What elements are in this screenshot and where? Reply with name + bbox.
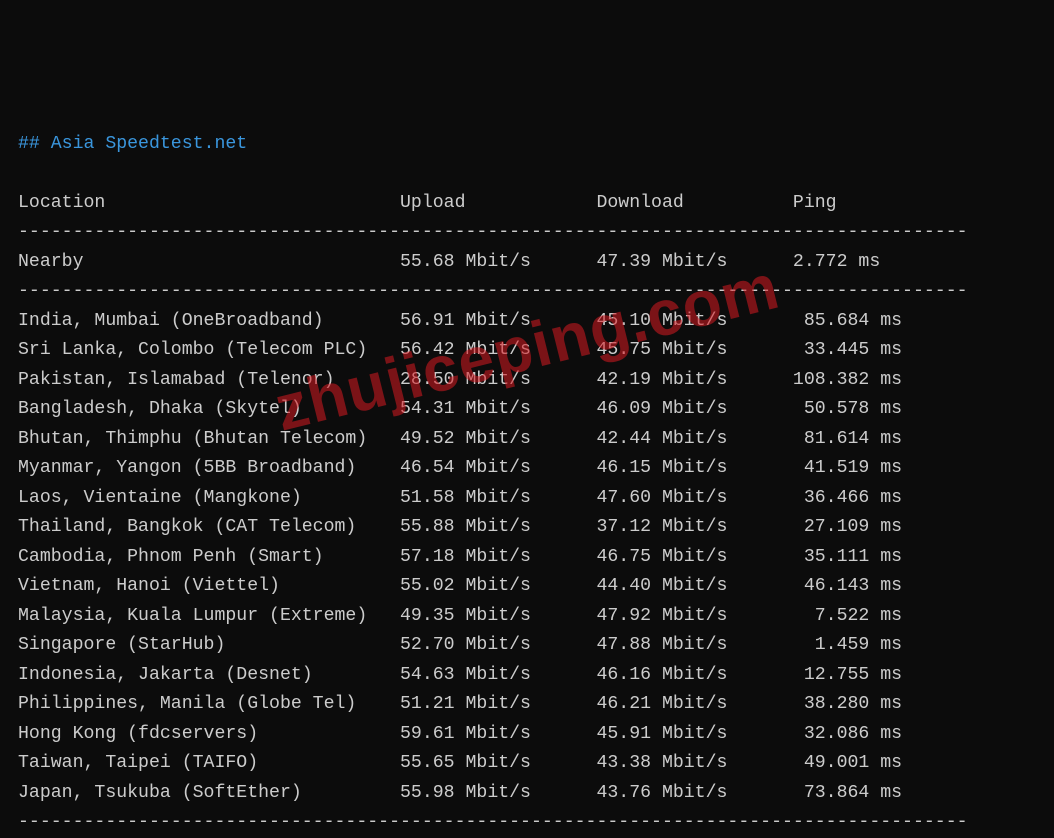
nearby-row: Nearby 55.68 Mbit/s 47.39 Mbit/s 2.772 m…	[18, 252, 880, 272]
divider-line: ----------------------------------------…	[18, 812, 968, 832]
section-title: ## Asia Speedtest.net	[18, 134, 247, 154]
table-body: India, Mumbai (OneBroadband) 56.91 Mbit/…	[18, 311, 902, 803]
divider-line: ----------------------------------------…	[18, 281, 968, 301]
table-header: Location Upload Download Ping	[18, 193, 837, 213]
divider-line: ----------------------------------------…	[18, 222, 968, 242]
